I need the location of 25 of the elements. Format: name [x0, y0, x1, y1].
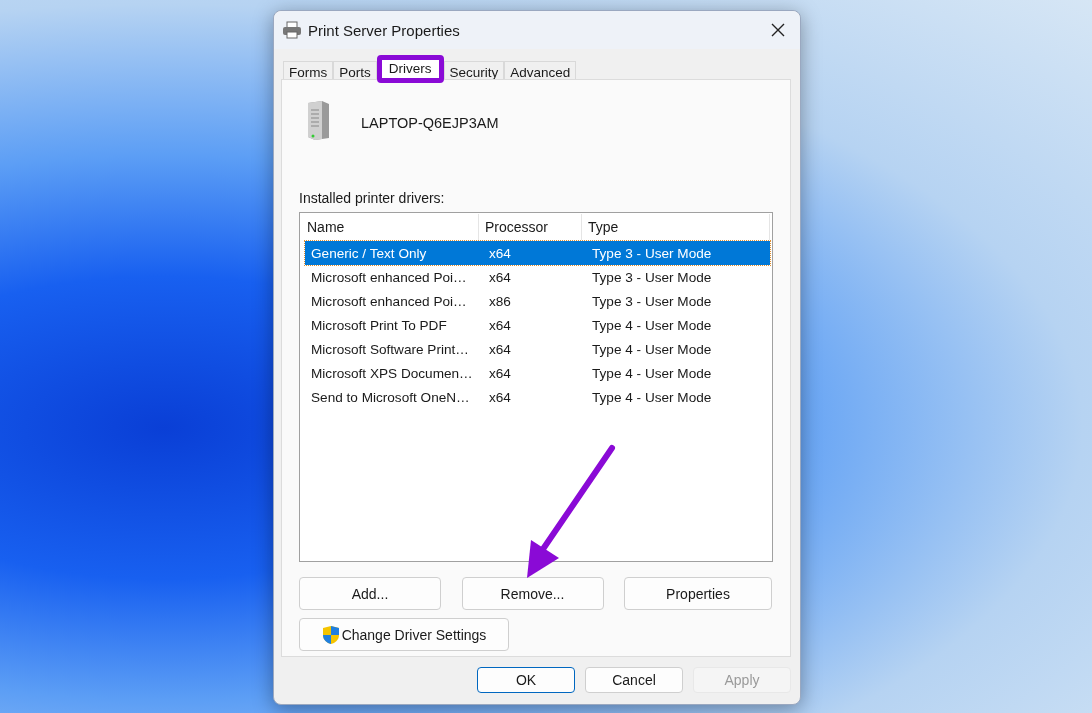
server-name: LAPTOP-Q6EJP3AM	[361, 115, 499, 131]
action-button[interactable]: Add...	[299, 577, 441, 610]
close-icon	[771, 23, 785, 37]
dialog-button[interactable]: OK	[477, 667, 575, 693]
tab[interactable]: Security	[443, 61, 505, 79]
driver-row[interactable]: Microsoft XPS Documen… x64 Type 4 - User Mode	[305, 361, 770, 385]
dialog-button[interactable]: Cancel	[585, 667, 683, 693]
driver-row[interactable]: Microsoft enhanced Poi… x86 Type 3 - User Mode	[305, 289, 770, 313]
tab[interactable]: Advanced	[504, 61, 577, 79]
window-title: Print Server Properties	[308, 21, 461, 39]
driver-row[interactable]: Microsoft Print To PDF x64 Type 4 - User Mode	[305, 313, 770, 337]
driver-row[interactable]: Microsoft enhanced Poi… x64 Type 3 - User Mode	[305, 265, 770, 289]
driver-row[interactable]: Send to Microsoft OneN… x64 Type 4 - User Mode	[305, 385, 770, 409]
shield-icon	[321, 624, 340, 645]
change-driver-settings-button[interactable]: Change Driver Settings	[299, 618, 509, 651]
driver-row[interactable]: Generic / Text Only x64 Type 3 - User Mode	[305, 241, 770, 265]
tab[interactable]: Forms	[283, 61, 334, 79]
action-button[interactable]: Properties	[624, 577, 772, 610]
driver-row[interactable]: Microsoft Software Print… x64 Type 4 - User Mode	[305, 337, 770, 361]
list-label: Installed printer drivers:	[299, 190, 446, 206]
action-button[interactable]: Remove...	[461, 577, 604, 610]
server-tower-icon	[305, 100, 331, 140]
tab[interactable]: Ports	[333, 61, 377, 79]
printer-icon	[282, 21, 302, 39]
tab[interactable]: Drivers	[376, 55, 444, 83]
